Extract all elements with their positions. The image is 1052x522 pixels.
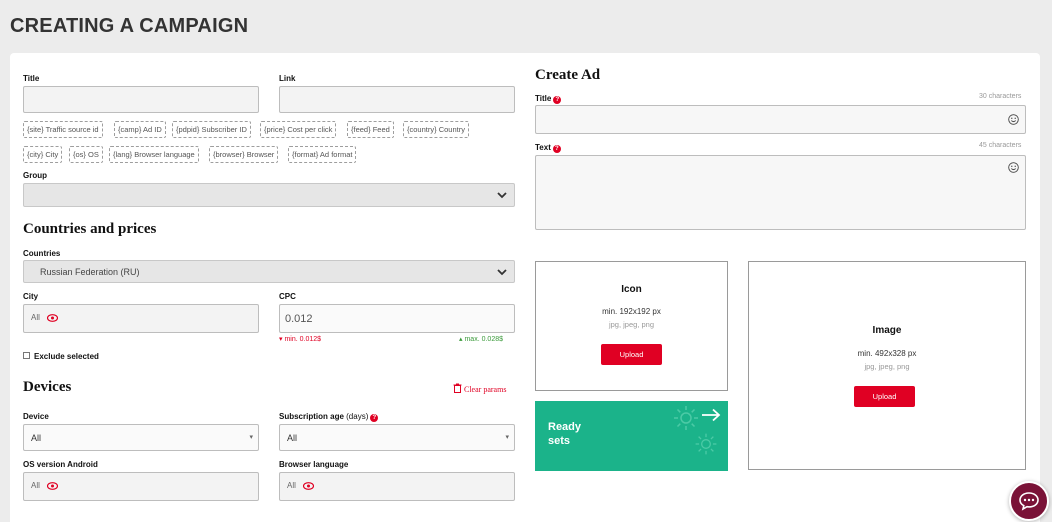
macro-tag[interactable]: {camp} Ad ID [114,121,166,138]
ad-text-textarea[interactable] [535,155,1026,230]
image-formats: jpg, jpeg, png [864,362,910,371]
cpc-min-text: min. 0.012$ [284,336,322,343]
link-label: Link [279,74,296,83]
subscription-age-label: Subscription age (days)? [279,412,379,422]
macro-tag[interactable]: {format} Ad format [288,146,357,163]
cpc-max-hint: ▴ max. 0.028$ [459,335,503,343]
chevron-down-icon [497,192,507,199]
city-value: All [31,313,40,322]
page-title: CREATING A CAMPAIGN [10,15,249,37]
city-input[interactable]: All [23,304,259,333]
image-upload-box: Image min. 492x328 px jpg, jpeg, png Upl… [748,261,1026,470]
trash-icon [453,383,462,393]
title-input[interactable] [23,86,259,113]
link-input[interactable] [279,86,515,113]
os-version-label: OS version Android [23,460,98,469]
chevron-down-icon [497,268,507,275]
clear-params-button[interactable]: Clear params [453,383,506,394]
gear-icon [695,433,717,455]
image-upload-title: Image [872,325,902,336]
ready-sets-label: Ready sets [548,421,582,447]
icon-upload-button[interactable]: Upload [601,344,662,365]
question-icon[interactable]: ? [552,145,561,153]
os-version-value: All [31,481,40,490]
smiley-icon[interactable] [1008,162,1019,173]
macro-tag[interactable]: {lang} Browser language [109,146,199,163]
device-select[interactable]: All ▾ [23,424,259,451]
macro-tag[interactable]: {city} City [23,146,63,163]
macro-tag[interactable]: {feed} Feed [347,121,394,138]
ad-title-limit: 30 characters [979,93,1022,100]
subscription-age-value: All [287,433,298,443]
question-icon[interactable]: ? [553,96,562,104]
question-icon[interactable]: ? [370,414,379,422]
cpc-input[interactable]: 0.012 [279,304,515,333]
exclude-selected-checkbox[interactable] [23,352,30,359]
macro-tag[interactable]: {price} Cost per click [260,121,337,138]
subscription-age-select[interactable]: All ▾ [279,424,515,451]
city-label: City [23,292,39,301]
browser-language-value: All [287,481,296,490]
gear-icon [674,406,698,430]
caret-down-icon: ▾ [249,434,253,441]
macro-tag[interactable]: {country} Country [403,121,469,138]
macro-tag[interactable]: {os} OS [69,146,103,163]
cpc-label: CPC [279,292,296,301]
ad-title-input[interactable] [535,105,1026,134]
icon-min-size: min. 192x192 px [602,307,661,316]
image-upload-button[interactable]: Upload [854,386,915,407]
macro-tag[interactable]: {browser} Browser [209,146,279,163]
image-min-size: min. 492x328 px [857,349,917,358]
cpc-min-hint: ▾ min. 0.012$ [279,335,321,343]
countries-select[interactable]: Russian Federation (RU) [23,260,515,283]
title-label: Title [23,74,40,83]
create-ad-heading: Create Ad [535,67,601,83]
campaign-form-card: Title Link {site} Traffic source id {cam… [10,53,1040,522]
os-version-input[interactable]: All [23,472,259,501]
arrow-right-icon [702,408,721,422]
ad-text-limit: 45 characters [979,142,1022,149]
icon-upload-box: Icon min. 192x192 px jpg, jpeg, png Uplo… [535,261,728,391]
countries-label: Countries [23,249,61,258]
cpc-max-text: max. 0.028$ [464,336,503,343]
devices-heading: Devices [23,379,72,395]
countries-heading: Countries and prices [23,221,157,237]
eye-toggle-icon[interactable] [47,314,58,322]
macro-tag[interactable]: {site} Traffic source id [23,121,103,138]
ad-title-label: Title? [535,94,562,104]
chat-widget-button[interactable] [1009,481,1049,521]
smiley-icon[interactable] [1008,114,1019,125]
chat-icon [1019,492,1039,511]
cpc-value: 0.012 [285,313,313,325]
eye-toggle-icon[interactable] [47,482,58,490]
macro-tag[interactable]: {pdpid} Subscriber ID [172,121,251,138]
caret-down-icon: ▾ [505,434,509,441]
device-label: Device [23,412,49,421]
icon-formats: jpg, jpeg, png [608,320,655,329]
ready-sets-button[interactable]: Ready sets [535,401,728,471]
eye-toggle-icon[interactable] [303,482,314,490]
browser-language-input[interactable]: All [279,472,515,501]
device-value: All [31,433,42,443]
group-label: Group [23,171,47,180]
exclude-selected-label: Exclude selected [34,352,99,361]
clear-params-label: Clear params [464,385,507,394]
icon-upload-title: Icon [621,284,642,295]
countries-value: Russian Federation (RU) [40,267,140,277]
browser-language-label: Browser language [279,460,349,469]
ad-text-label: Text? [535,143,561,153]
group-select[interactable] [23,183,515,207]
